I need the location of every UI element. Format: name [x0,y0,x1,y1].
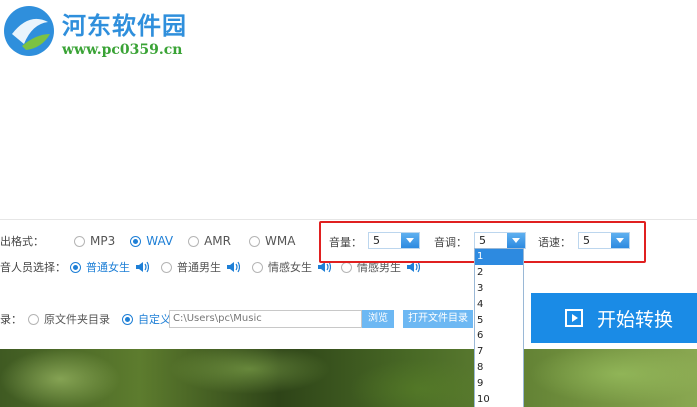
format-radio-mp3[interactable] [74,235,85,247]
voice-option-normal-male[interactable]: 普通男生 [161,259,221,275]
format-option-wma[interactable]: WMA [249,234,295,248]
browse-button[interactable]: 浏览 [362,310,394,328]
output-original-label: 原文件夹目录 [44,313,110,326]
voice-radio-emotional-male[interactable] [341,261,352,273]
dropdown-option[interactable]: 3 [475,281,523,297]
speaker-icon[interactable] [135,261,149,273]
output-radio-original[interactable] [28,313,39,325]
format-option-amr[interactable]: AMR [188,234,231,248]
dropdown-option[interactable]: 10 [475,392,523,407]
output-path-field[interactable]: C:\Users\pc\Music [169,310,362,328]
voice-option-emotional-female[interactable]: 情感女生 [252,259,312,275]
voice-option-label: 情感女生 [268,261,312,274]
dropdown-option[interactable]: 8 [475,360,523,376]
watermark-url: www.pc0359.cn [62,42,183,58]
watermark: 河东软件园 www.pc0359.cn [0,0,220,64]
dropdown-option[interactable]: 2 [475,265,523,281]
format-option-mp3[interactable]: MP3 [74,234,115,248]
open-folder-button[interactable]: 打开文件目录 [403,310,473,328]
play-icon [565,309,583,327]
format-radio-amr[interactable] [188,235,200,247]
start-convert-label: 开始转换 [597,309,674,331]
format-option-label: MP3 [90,234,116,248]
dropdown-option[interactable]: 5 [475,313,523,329]
voice-option-label: 普通女生 [86,261,130,274]
format-radio-wav[interactable] [130,235,142,247]
voice-radio-normal-male[interactable] [161,261,172,273]
start-convert-button[interactable]: 开始转换 [531,293,697,343]
dropdown-option[interactable]: 6 [475,328,523,344]
dropdown-option[interactable]: 9 [475,376,523,392]
voice-radio-normal-female[interactable] [70,261,81,273]
dropdown-option[interactable]: 4 [475,297,523,313]
output-original-folder-option[interactable]: 原文件夹目录 [28,311,110,327]
pitch-dropdown-list[interactable]: 1 2 3 4 5 6 7 8 9 10 [474,248,524,407]
format-radio-wma[interactable] [249,235,260,247]
format-row: 出格式： MP3 WAV AMR WMA [0,230,295,252]
dropdown-option[interactable]: 7 [475,344,523,360]
format-label: 出格式： [0,235,44,248]
format-option-label: WMA [265,234,296,248]
voice-label: 音人员选择： [0,261,66,274]
watermark-title: 河东软件园 [62,12,187,40]
output-row: 录： 原文件夹目录 自定义： [0,308,182,330]
watermark-logo-icon [4,6,54,56]
voice-option-normal-female[interactable]: 普通女生 [70,259,130,275]
output-radio-custom[interactable] [122,313,133,325]
format-option-label: WAV [146,234,174,248]
voice-radio-emotional-female[interactable] [252,261,263,273]
output-label: 录： [0,313,22,326]
format-option-wav[interactable]: WAV [130,234,173,248]
voice-option-label: 普通男生 [177,261,221,274]
background-photo [0,349,697,407]
dropdown-option[interactable]: 1 [475,249,523,265]
speaker-icon[interactable] [226,261,240,273]
format-option-label: AMR [204,234,231,248]
